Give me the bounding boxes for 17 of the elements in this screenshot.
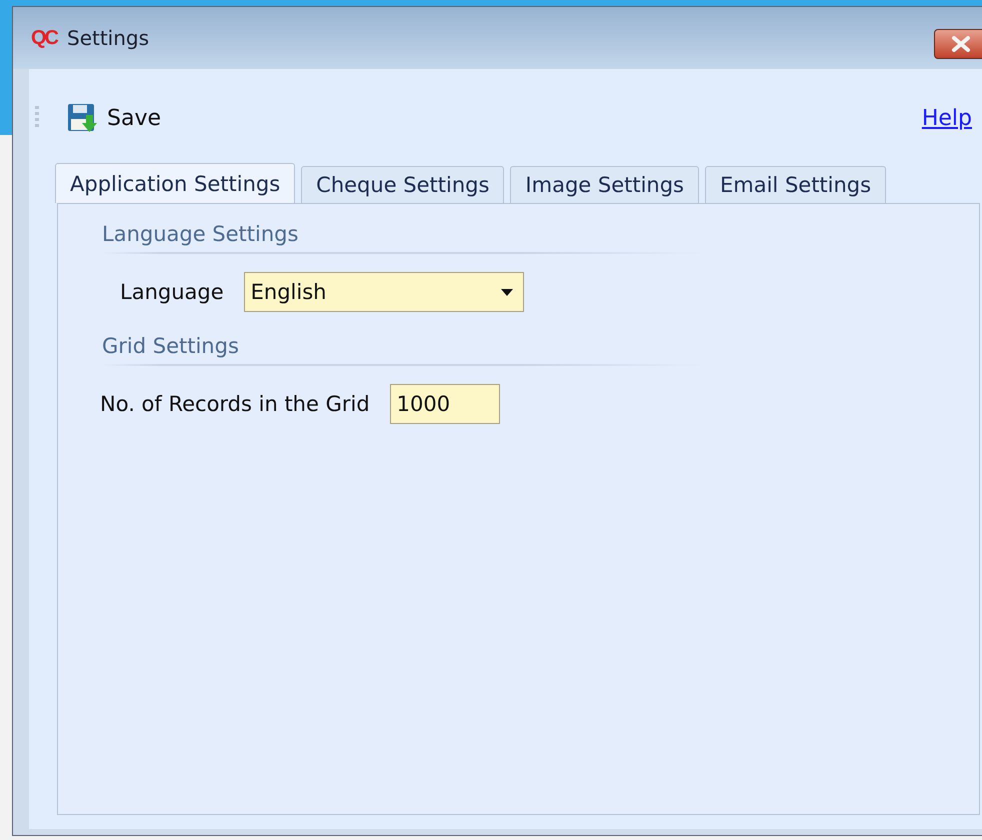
help-link[interactable]: Help (922, 106, 972, 130)
close-button[interactable] (934, 29, 982, 59)
tab[interactable]: Application Settings (55, 163, 296, 203)
window-title: Settings (67, 26, 150, 50)
caret-icon (500, 288, 513, 296)
records-input[interactable]: 1000 (390, 384, 500, 424)
tab[interactable]: Cheque Settings (301, 166, 504, 203)
close-icon (951, 36, 971, 52)
section-heading: Language Settings (102, 222, 702, 254)
tab[interactable]: Image Settings (510, 166, 699, 203)
app-logo: QC (31, 26, 57, 50)
section-heading: Grid Settings (102, 334, 702, 366)
field-label: No. of Records in the Grid (100, 392, 370, 416)
language-dropdown[interactable]: English (244, 272, 524, 312)
save-button[interactable]: Save (67, 103, 162, 133)
field-label: Language (120, 280, 224, 304)
tab[interactable]: Email Settings (705, 166, 886, 203)
